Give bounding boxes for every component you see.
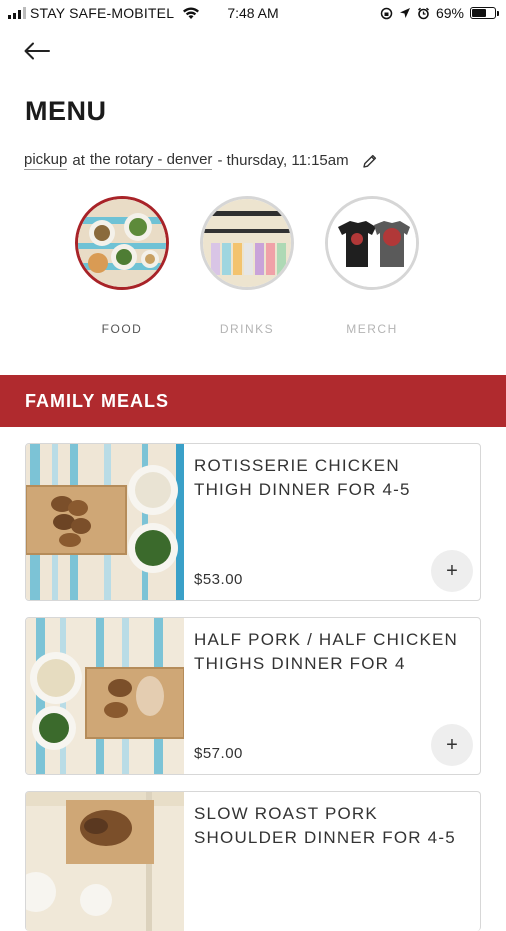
order-location-link[interactable]: the rotary - denver	[89, 151, 213, 170]
add-item-button[interactable]: +	[431, 550, 473, 592]
category-drinks[interactable]: DRINKS	[197, 196, 297, 336]
menu-item-card[interactable]: ROTISSERIE CHICKEN THIGH DINNER FOR 4-5 …	[25, 443, 481, 601]
food-image	[75, 196, 169, 290]
battery-percent: 69%	[435, 5, 464, 21]
category-label: MERCH	[346, 322, 398, 336]
alarm-icon	[417, 7, 429, 19]
add-item-button[interactable]: +	[431, 724, 473, 766]
merch-image	[325, 196, 419, 290]
menu-item-name: HALF PORK / HALF CHICKEN THIGHS DINNER F…	[194, 630, 459, 673]
plus-icon: +	[446, 559, 458, 582]
menu-item-card[interactable]: HALF PORK / HALF CHICKEN THIGHS DINNER F…	[25, 617, 481, 775]
menu-item-price: $53.00	[194, 571, 243, 588]
battery-fill	[472, 9, 486, 17]
status-right: 69%	[380, 5, 499, 21]
menu-item-image	[26, 792, 184, 931]
pencil-icon[interactable]	[362, 153, 378, 169]
category-label: DRINKS	[219, 322, 275, 336]
category-label: FOOD	[101, 322, 143, 336]
plus-icon: +	[446, 733, 458, 756]
menu-item-image	[26, 444, 184, 600]
section-header: FAMILY MEALS	[0, 375, 506, 427]
battery-icon	[470, 7, 499, 19]
status-bar: STAY SAFE-MOBITEL 7:48 AM 69%	[0, 0, 506, 28]
category-selector: FOOD DRINKS MERCH	[72, 196, 432, 346]
order-at-text: at	[72, 152, 85, 169]
back-arrow-icon	[24, 42, 50, 60]
menu-item-image	[26, 618, 184, 774]
menu-item-price: $57.00	[194, 745, 243, 762]
order-method-link[interactable]: pickup	[24, 151, 68, 170]
location-arrow-icon	[399, 8, 410, 18]
back-button[interactable]	[20, 36, 54, 66]
menu-item-name: ROTISSERIE CHICKEN THIGH DINNER FOR 4-5	[194, 456, 411, 499]
menu-item-card[interactable]: SLOW ROAST PORK SHOULDER DINNER FOR 4-5	[25, 791, 481, 931]
order-time-text: - thursday, 11:15am	[217, 152, 349, 169]
category-merch[interactable]: MERCH	[322, 196, 422, 336]
order-details: pickup at the rotary - denver - thursday…	[24, 151, 378, 170]
section-title: FAMILY MEALS	[25, 390, 170, 411]
orientation-lock-icon	[380, 7, 393, 19]
menu-item-name: SLOW ROAST PORK SHOULDER DINNER FOR 4-5	[194, 804, 456, 847]
page-title: MENU	[25, 96, 107, 126]
category-food[interactable]: FOOD	[72, 196, 172, 336]
drinks-image	[200, 196, 294, 290]
